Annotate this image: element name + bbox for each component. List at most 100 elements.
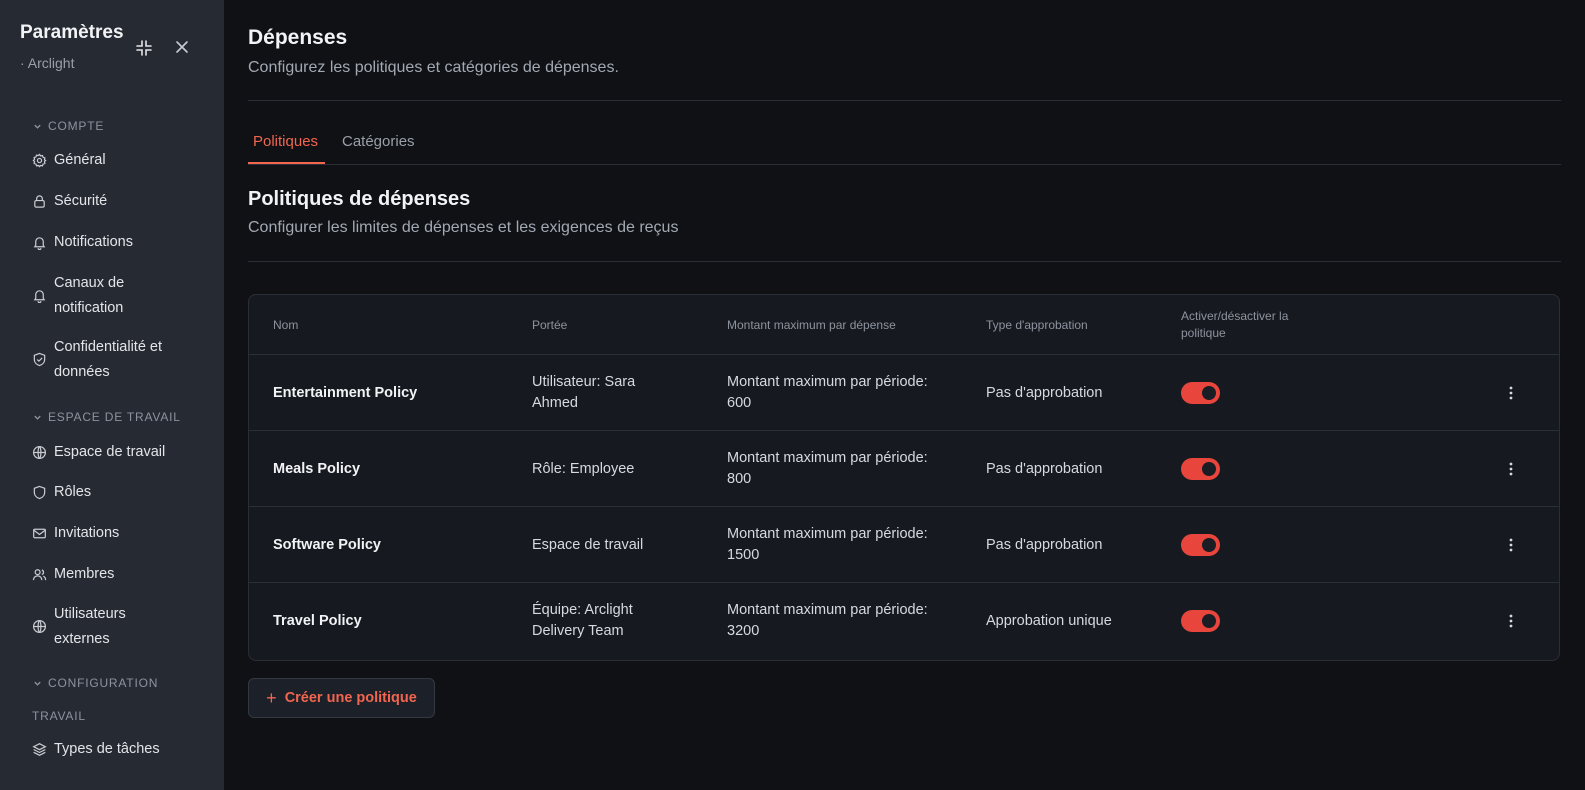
cell-line: Montant maximum par période: (727, 526, 928, 542)
label-line: Utilisateurs (54, 606, 126, 622)
workspace-name: · Arclight (20, 55, 75, 71)
group-label-travail: TRAVAIL (32, 709, 86, 723)
sidebar-item-notifications[interactable]: Notifications (32, 230, 202, 255)
sidebar-item-roles[interactable]: Rôles (32, 480, 202, 505)
sidebar-item-membres[interactable]: Membres (32, 562, 202, 587)
section-title: Politiques de dépenses (248, 188, 471, 210)
sidebar-item-label: Confidentialité et données (54, 335, 162, 385)
more-options-icon[interactable] (1502, 460, 1520, 478)
layers-icon (32, 743, 47, 756)
globe-icon (32, 619, 47, 634)
sidebar-item-espace[interactable]: Espace de travail (32, 440, 202, 465)
sidebar-item-label: Canaux de notification (54, 271, 124, 321)
page-subtitle: Configurez les politiques et catégories … (248, 59, 619, 76)
cell-line: 800 (727, 471, 752, 487)
cell-line: 1500 (727, 547, 760, 563)
sidebar-item-confidentialite[interactable]: Confidentialité et données (32, 335, 202, 385)
create-policy-button[interactable]: + Créer une politique (248, 678, 435, 718)
sidebar-item-invitations[interactable]: Invitations (32, 521, 202, 546)
tab-politiques[interactable]: Politiques (253, 133, 318, 150)
tab-categories[interactable]: Catégories (342, 133, 415, 150)
policy-approval: Pas d'approbation (986, 536, 1103, 553)
policy-toggle[interactable] (1181, 610, 1220, 632)
column-header-name: Nom (273, 317, 299, 332)
sidebar-item-label: Utilisateurs externes (54, 602, 126, 652)
settings-sidebar: Paramètres · Arclight COMPTE Général Séc… (0, 0, 224, 790)
policy-name: Meals Policy (273, 460, 361, 477)
sidebar-item-general[interactable]: Général (32, 148, 202, 173)
gear-icon (32, 153, 47, 168)
create-policy-label: Créer une politique (284, 690, 417, 706)
section-configuration[interactable]: CONFIGURATION (33, 676, 158, 690)
policy-scope: Équipe: Arclight Delivery Team (532, 583, 633, 659)
cell-line: Utilisateur: Sara (532, 374, 636, 390)
cell-line: 600 (727, 395, 752, 411)
sidebar-item-types-taches[interactable]: Types de tâches (32, 737, 202, 762)
divider (248, 100, 1561, 101)
mail-icon (33, 528, 46, 539)
policy-approval: Pas d'approbation (986, 460, 1103, 477)
column-header-scope: Portée (532, 317, 568, 332)
label-line: externes (54, 631, 110, 647)
section-subtitle: Configurer les limites de dépenses et le… (248, 219, 679, 236)
sidebar-item-label: Types de tâches (54, 741, 160, 757)
section-compte[interactable]: COMPTE (33, 119, 104, 133)
policy-scope: Espace de travail (532, 536, 644, 553)
sidebar-item-label: Rôles (54, 484, 92, 500)
header-line: Activer/désactiver la (1181, 309, 1289, 323)
label-line: Canaux de (54, 275, 125, 291)
policies-table: Nom Portée Montant maximum par dépense T… (248, 294, 1560, 661)
column-header-toggle: Activer/désactiver la politique (1181, 295, 1288, 355)
policy-max-amount: Montant maximum par période: 600 (727, 355, 928, 431)
policy-name: Software Policy (273, 536, 381, 553)
table-row[interactable]: Entertainment Policy Utilisateur: Sara Ah… (249, 354, 1559, 431)
more-options-icon[interactable] (1502, 612, 1520, 630)
sidebar-item-securite[interactable]: Sécurité (32, 189, 202, 214)
policy-max-amount: Montant maximum par période: 3200 (727, 583, 928, 659)
collapse-icon[interactable] (135, 39, 153, 57)
policy-scope: Utilisateur: Sara Ahmed (532, 355, 635, 431)
shield-check-icon (33, 352, 46, 367)
cell-line: Montant maximum par période: (727, 450, 928, 466)
table-row[interactable]: Meals Policy Rôle: Employee Montant maxi… (249, 430, 1559, 506)
shield-icon (33, 485, 46, 500)
table-row[interactable]: Software Policy Espace de travail Montan… (249, 506, 1559, 583)
page-title: Dépenses (248, 26, 348, 49)
section-espace[interactable]: ESPACE DE TRAVAIL (33, 410, 181, 424)
sidebar-item-label: Invitations (54, 525, 120, 541)
bell-icon (33, 290, 46, 303)
sidebar-title: Paramètres (20, 22, 124, 43)
main-content: Dépenses Configurez les politiques et ca… (248, 0, 1561, 790)
policy-name: Travel Policy (273, 612, 362, 629)
sidebar-item-label: Espace de travail (54, 444, 166, 460)
more-options-icon[interactable] (1502, 384, 1520, 402)
sidebar-item-label: Notifications (54, 234, 133, 250)
cell-line: Montant maximum par période: (727, 374, 928, 390)
column-header-max: Montant maximum par dépense (727, 317, 896, 332)
lock-icon (34, 195, 45, 208)
close-icon[interactable] (174, 39, 190, 55)
chevron-down-icon (34, 681, 41, 686)
users-icon (32, 569, 47, 581)
policy-name: Entertainment Policy (273, 384, 418, 401)
tabs-divider (248, 164, 1561, 165)
table-row[interactable]: Travel Policy Équipe: Arclight Delivery T… (249, 582, 1559, 659)
label-line: Confidentialité et (54, 339, 163, 355)
policy-toggle[interactable] (1181, 458, 1220, 480)
chevron-down-icon (34, 415, 41, 420)
chevron-down-icon (34, 124, 41, 129)
policy-approval: Approbation unique (986, 612, 1112, 629)
cell-line: Montant maximum par période: (727, 602, 928, 618)
sidebar-item-canaux[interactable]: Canaux de notification (32, 271, 202, 321)
policy-scope: Rôle: Employee (532, 460, 635, 477)
cell-line: Équipe: Arclight (532, 602, 633, 618)
section-label: COMPTE (48, 119, 105, 133)
more-options-icon[interactable] (1502, 536, 1520, 554)
sidebar-item-label: Membres (54, 566, 115, 582)
policy-toggle[interactable] (1181, 534, 1220, 556)
section-label: ESPACE DE TRAVAIL (48, 410, 181, 424)
sidebar-item-externes[interactable]: Utilisateurs externes (32, 602, 202, 652)
policy-toggle[interactable] (1181, 382, 1220, 404)
plus-icon: + (266, 688, 277, 708)
policy-max-amount: Montant maximum par période: 1500 (727, 507, 928, 583)
